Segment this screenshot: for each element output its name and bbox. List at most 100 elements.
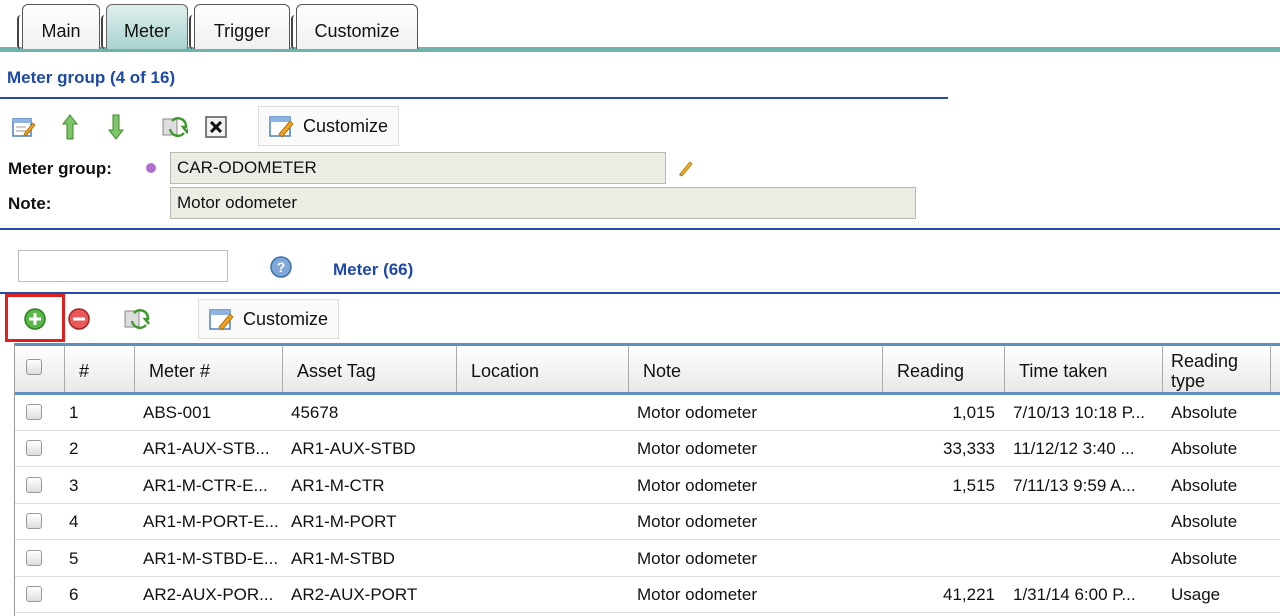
time-taken-cell: 7/10/13 10:18 P... <box>1013 403 1146 422</box>
edit-meter-group-button[interactable] <box>670 152 700 184</box>
reading-cell: 1,015 <box>952 403 995 422</box>
reading-type-cell: Absolute <box>1171 439 1238 459</box>
column-header-meter[interactable]: Meter # <box>135 346 283 392</box>
column-header-number[interactable]: # <box>65 346 135 392</box>
table-row[interactable]: 5 AR1-M-STBD-E... AR1-M-STBD Motor odometer… <box>15 541 1280 577</box>
column-header-reading-type[interactable]: Reading type <box>1163 346 1271 392</box>
note-cell: Motor odometer <box>637 548 757 568</box>
asset-tag-cell: AR1-M-CTR <box>291 475 385 495</box>
tab-customize[interactable]: Customize <box>291 4 418 49</box>
meter-group-divider <box>0 97 948 99</box>
reading-cell: 1,515 <box>952 475 995 495</box>
arrow-up-icon <box>61 114 79 140</box>
meter-table: # Meter # Asset Tag Location Note Readin… <box>14 343 1280 616</box>
table-row[interactable]: 1 ABS-001 45678 Motor odometer 1,015 7/10/13 … <box>15 395 1280 431</box>
reading-type-cell: Absolute <box>1171 548 1238 568</box>
asset-tag-cell: AR2-AUX-PORT <box>291 585 418 604</box>
move-down-button[interactable] <box>101 111 131 143</box>
remove-meter-button[interactable] <box>64 303 94 335</box>
reading-type-cell: Absolute <box>1171 475 1238 495</box>
tab-trigger[interactable]: Trigger <box>189 4 290 49</box>
column-header-note[interactable]: Note <box>629 346 883 392</box>
reading-cell: 41,221 <box>943 585 995 604</box>
meter-group-label: Meter group: <box>8 159 112 178</box>
note-cell: Motor odometer <box>637 403 757 422</box>
meter-section-divider <box>0 292 1280 294</box>
note-cell: Motor odometer <box>637 585 757 604</box>
note-cell: Motor odometer <box>637 512 757 532</box>
time-taken-cell: 7/11/13 9:59 A... <box>1013 475 1136 495</box>
edit-list-button[interactable] <box>9 111 39 143</box>
customize-icon <box>269 116 294 138</box>
help-icon: ? <box>270 256 292 278</box>
meter-cell: AR1-M-STBD-E... <box>143 548 279 568</box>
refresh-icon <box>162 117 188 138</box>
move-up-button[interactable] <box>55 111 85 143</box>
reading-type-cell: Usage <box>1171 585 1221 604</box>
asset-tag-cell: AR1-M-STBD <box>291 548 395 568</box>
reading-type-cell: Absolute <box>1171 512 1238 532</box>
meter-customize-button[interactable]: Customize <box>198 299 340 339</box>
meter-cell: ABS-001 <box>143 403 212 422</box>
row-number: 2 <box>69 439 79 459</box>
row-checkbox[interactable] <box>26 513 42 530</box>
add-circle-icon <box>24 308 46 330</box>
meter-group-customize-label: Customize <box>303 115 389 136</box>
reading-cell: 33,333 <box>943 439 995 459</box>
remove-circle-icon <box>68 308 90 330</box>
table-row[interactable]: 2 AR1-AUX-STB... AR1-AUX-STBD Motor odomete… <box>15 431 1280 468</box>
row-checkbox[interactable] <box>26 404 42 420</box>
tab-bar: Main Meter Trigger Customize <box>0 0 1280 54</box>
meter-group-field[interactable]: CAR-ODOMETER <box>170 152 666 184</box>
row-number: 3 <box>69 475 79 495</box>
meter-group-customize-button[interactable]: Customize <box>258 106 400 146</box>
meter-search-input[interactable] <box>18 250 228 282</box>
column-header-reading[interactable]: Reading <box>883 346 1005 392</box>
delete-button[interactable] <box>201 111 231 143</box>
search-help-button[interactable]: ? <box>266 251 296 283</box>
note-cell: Motor odometer <box>637 475 757 495</box>
note-field[interactable]: Motor odometer <box>170 187 916 219</box>
table-header: # Meter # Asset Tag Location Note Readin… <box>15 343 1280 395</box>
row-number: 1 <box>69 403 79 422</box>
arrow-down-icon <box>107 114 125 140</box>
row-number: 5 <box>69 548 79 568</box>
required-dot-icon <box>146 163 156 173</box>
column-header-time-taken[interactable]: Time taken <box>1005 346 1163 392</box>
row-checkbox[interactable] <box>26 549 42 566</box>
refresh-icon <box>124 309 150 330</box>
meter-customize-label: Customize <box>243 308 329 329</box>
meter-cell: AR1-M-PORT-E... <box>143 512 279 532</box>
meter-cell: AR1-M-CTR-E... <box>143 475 268 495</box>
tab-main[interactable]: Main <box>17 4 100 49</box>
section-divider <box>0 228 1280 230</box>
note-cell: Motor odometer <box>637 439 757 459</box>
column-header-location[interactable]: Location <box>457 346 629 392</box>
meter-refresh-button[interactable] <box>122 303 152 335</box>
table-row[interactable]: 3 AR1-M-CTR-E... AR1-M-CTR Motor odometer 1,… <box>15 468 1280 504</box>
customize-icon <box>209 309 234 331</box>
meter-cell: AR1-AUX-STB... <box>143 439 270 459</box>
meter-section-title: Meter (66) <box>333 260 414 279</box>
time-taken-cell: 1/31/14 6:00 P... <box>1013 585 1136 604</box>
row-checkbox[interactable] <box>26 440 42 457</box>
tab-meter[interactable]: Meter <box>101 4 188 49</box>
table-row[interactable]: 4 AR1-M-PORT-E... AR1-M-PORT Motor odometer… <box>15 504 1280 541</box>
table-row[interactable]: 6 AR2-AUX-POR... AR2-AUX-PORT Motor odomete… <box>15 577 1280 613</box>
asset-tag-cell: AR1-AUX-STBD <box>291 439 416 459</box>
refresh-button[interactable] <box>160 111 190 143</box>
row-number: 6 <box>69 585 79 604</box>
time-taken-cell: 11/12/12 3:40 ... <box>1013 439 1135 459</box>
edit-list-icon <box>12 118 36 137</box>
select-all-checkbox[interactable] <box>26 359 42 375</box>
row-number: 4 <box>69 512 79 532</box>
meter-group-title: Meter group (4 of 16) <box>7 68 176 87</box>
meter-cell: AR2-AUX-POR... <box>143 585 274 604</box>
add-meter-button[interactable] <box>20 303 50 335</box>
row-checkbox[interactable] <box>26 586 42 602</box>
reading-type-cell: Absolute <box>1171 403 1238 422</box>
row-checkbox[interactable] <box>26 476 42 493</box>
column-header-asset-tag[interactable]: Asset Tag <box>283 346 457 392</box>
svg-text:?: ? <box>277 259 286 275</box>
select-all-cell <box>15 346 65 392</box>
